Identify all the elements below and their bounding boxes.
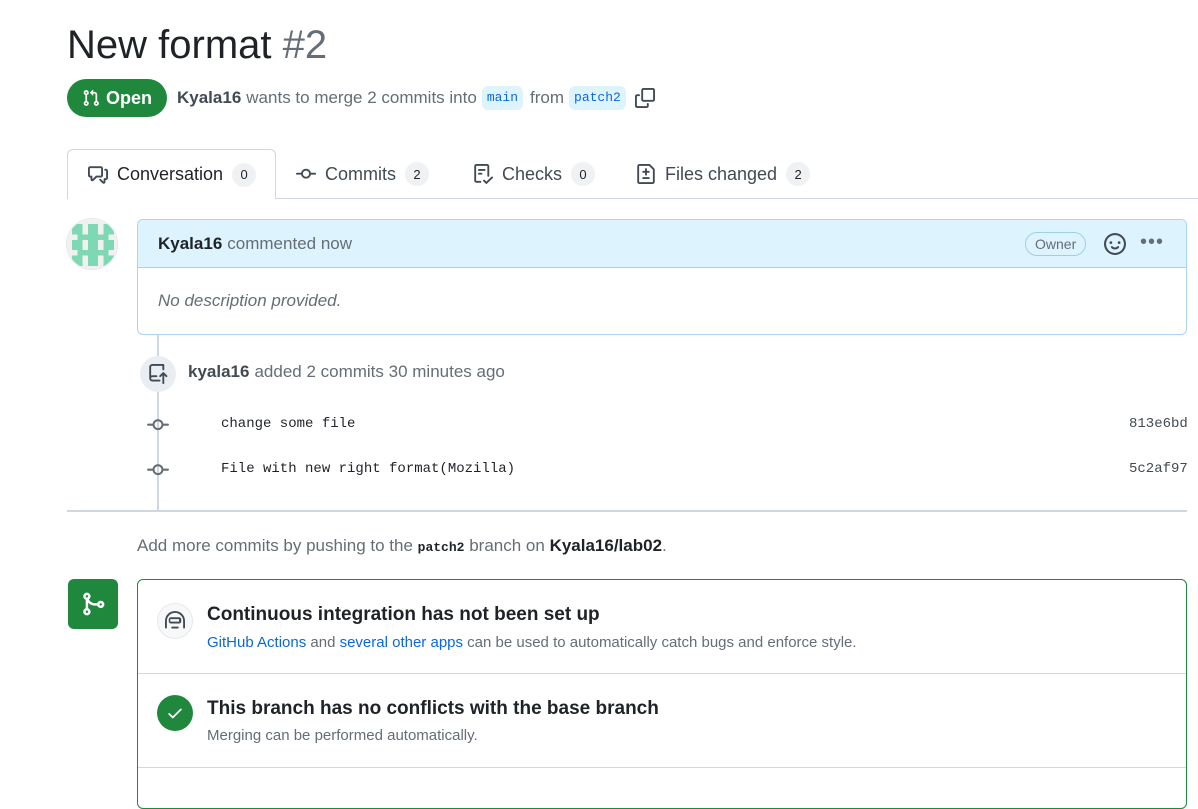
merge-text: wants to merge 2 commits into bbox=[246, 88, 477, 107]
comment-timestamp[interactable]: commented now bbox=[227, 234, 352, 254]
push-hint-end: . bbox=[662, 536, 667, 555]
timeline-event: kyala16 added 2 commits 30 minutes ago bbox=[188, 362, 505, 382]
tab-label: Commits bbox=[325, 163, 396, 184]
timeline-separator bbox=[67, 510, 1187, 512]
head-branch[interactable]: patch2 bbox=[569, 86, 626, 110]
commit-message[interactable]: File with new right format(Mozilla) bbox=[221, 461, 515, 477]
timeline-line bbox=[157, 392, 159, 510]
tab-label: Files changed bbox=[665, 163, 778, 184]
kebab-horizontal-icon[interactable]: ••• bbox=[1140, 232, 1164, 252]
repo-link[interactable]: Kyala16/lab02 bbox=[550, 536, 662, 555]
tab-files-changed[interactable]: Files changed 2 bbox=[636, 149, 811, 199]
smiley-icon[interactable] bbox=[1104, 233, 1126, 260]
event-author[interactable]: kyala16 bbox=[188, 362, 249, 381]
commit-sha[interactable]: 5c2af97 bbox=[1129, 461, 1188, 477]
git-merge-icon bbox=[68, 579, 118, 629]
commit-sha[interactable]: 813e6bd bbox=[1129, 416, 1188, 432]
comment-discussion-icon bbox=[88, 165, 108, 184]
comment-box: Kyala16 commented now Owner ••• No descr… bbox=[137, 219, 1187, 335]
comment-body: No description provided. bbox=[158, 291, 342, 310]
push-hint-branch: patch2 bbox=[417, 540, 465, 555]
ci-rest: can be used to automatically catch bugs … bbox=[467, 634, 857, 651]
repo-push-icon bbox=[140, 356, 176, 392]
tab-counter: 0 bbox=[232, 162, 257, 187]
page-title: New format #2 bbox=[67, 20, 327, 70]
push-hint: Add more commits by pushing to the patch… bbox=[137, 536, 667, 556]
merge-box: Continuous integration has not been set … bbox=[137, 579, 1187, 809]
tab-label: Checks bbox=[502, 163, 563, 184]
copy-icon[interactable] bbox=[634, 88, 655, 108]
from-text: from bbox=[530, 88, 565, 107]
tab-conversation[interactable]: Conversation 0 bbox=[67, 149, 276, 199]
push-hint-before: Add more commits by pushing to the bbox=[137, 536, 413, 555]
conflict-section: This branch has no conflicts with the ba… bbox=[138, 674, 1186, 768]
git-commit-icon bbox=[147, 459, 169, 486]
checklist-icon bbox=[474, 164, 493, 184]
status-badge: Open bbox=[67, 79, 167, 117]
ci-title: Continuous integration has not been set … bbox=[207, 604, 600, 625]
git-commit-icon bbox=[147, 414, 169, 441]
pr-title: New format bbox=[67, 23, 272, 67]
tab-counter: 2 bbox=[786, 162, 811, 186]
tab-commits[interactable]: Commits 2 bbox=[296, 149, 429, 199]
git-pull-request-icon bbox=[83, 89, 99, 106]
ci-and: and bbox=[310, 634, 336, 651]
github-actions-link[interactable]: GitHub Actions bbox=[207, 634, 306, 651]
status-label: Open bbox=[105, 87, 152, 108]
file-diff-icon bbox=[637, 164, 655, 184]
ci-description: GitHub Actions and several other apps ca… bbox=[207, 634, 857, 651]
other-apps-link[interactable]: several other apps bbox=[340, 634, 463, 651]
conflict-title: This branch has no conflicts with the ba… bbox=[207, 698, 659, 719]
timeline-line bbox=[157, 335, 159, 356]
tab-checks[interactable]: Checks 0 bbox=[473, 149, 596, 199]
tab-label: Conversation bbox=[117, 164, 224, 184]
check-icon bbox=[157, 695, 193, 731]
owner-badge: Owner bbox=[1025, 232, 1087, 256]
conflict-subtitle: Merging can be performed automatically. bbox=[207, 727, 478, 744]
avatar[interactable] bbox=[66, 218, 118, 270]
ci-section: Continuous integration has not been set … bbox=[138, 580, 1186, 674]
push-hint-middle: branch on bbox=[469, 536, 545, 555]
hubot-icon bbox=[157, 603, 193, 639]
base-branch[interactable]: main bbox=[481, 86, 524, 110]
event-description: added 2 commits 30 minutes ago bbox=[254, 362, 505, 381]
tab-counter: 2 bbox=[405, 162, 429, 186]
pr-number: #2 bbox=[282, 23, 328, 67]
author-link[interactable]: Kyala16 bbox=[177, 88, 241, 108]
comment-header: Kyala16 commented now Owner ••• bbox=[138, 220, 1186, 268]
pr-meta: Kyala16 wants to merge 2 commits into ma… bbox=[177, 84, 655, 112]
git-commit-icon bbox=[296, 168, 316, 179]
tab-counter: 0 bbox=[571, 162, 596, 186]
commit-message[interactable]: change some file bbox=[221, 416, 355, 432]
comment-author[interactable]: Kyala16 bbox=[158, 234, 222, 254]
